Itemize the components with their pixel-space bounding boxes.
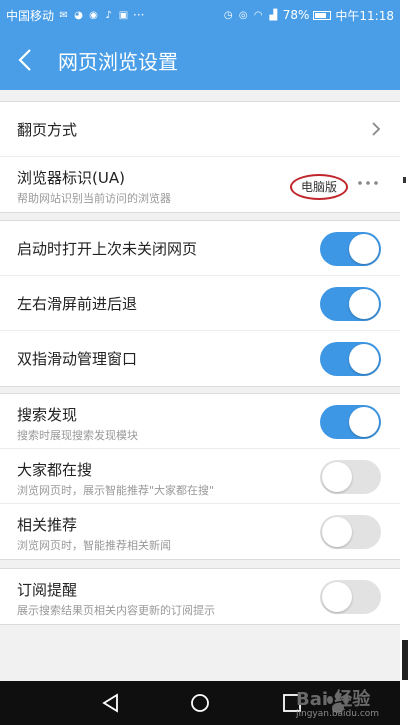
- toggle-knob: [349, 407, 379, 437]
- setting-label: 相关推荐: [17, 516, 78, 534]
- right-edge-strip: [400, 0, 408, 725]
- carrier-label: 中国移动: [6, 8, 55, 23]
- setting-row-swipe-navigation: 左右滑屏前进后退: [0, 276, 400, 331]
- page-title: 网页浏览设置: [58, 49, 178, 74]
- more-dots-icon[interactable]: [356, 178, 380, 188]
- signal-icon: ▟: [269, 9, 278, 21]
- setting-description: 浏览网页时，展示智能推荐"大家都在搜": [17, 484, 215, 497]
- setting-label: 左右滑屏前进后退: [17, 295, 138, 313]
- settings-group-search: 搜索发现 搜索时展现搜索发现模块 大家都在搜 浏览网页时，展示智能推荐"大家都在…: [0, 393, 400, 560]
- ua-value-badge: 电脑版: [290, 174, 348, 200]
- watermark-text: Bai 经验: [296, 689, 371, 710]
- nav-back-icon[interactable]: [97, 689, 125, 717]
- notification-icon: ♪: [105, 9, 112, 21]
- setting-row-search-discovery: 搜索发现 搜索时展现搜索发现模块: [0, 394, 400, 449]
- setting-row-trending-searches: 大家都在搜 浏览网页时，展示智能推荐"大家都在搜": [0, 449, 400, 504]
- clock: 中午11:18: [335, 8, 394, 23]
- related-recommendations-toggle[interactable]: [320, 515, 381, 549]
- setting-label: 搜索发现: [17, 406, 78, 424]
- setting-label: 订阅提醒: [17, 581, 78, 599]
- nav-home-icon[interactable]: [186, 689, 214, 717]
- chevron-right-icon: [372, 122, 381, 136]
- setting-row-restore-pages: 启动时打开上次未关闭网页: [0, 221, 400, 276]
- status-right: ◷ ◎ ◠ ▟ 78% 中午11:18: [223, 7, 394, 24]
- trending-searches-toggle[interactable]: [320, 460, 381, 494]
- wifi-icon: ◠: [253, 9, 263, 21]
- more-notifications-icon: ···: [133, 8, 145, 22]
- message-icon: ✉: [59, 9, 68, 21]
- setting-row-ua[interactable]: 浏览器标识(UA) 帮助网站识别当前访问的浏览器 电脑版: [0, 157, 400, 212]
- toggle-knob: [349, 234, 379, 264]
- status-left: 中国移动 ✉ ◕ ◉ ♪ ▣ ···: [6, 7, 223, 24]
- toggle-knob: [349, 344, 379, 374]
- settings-group-general: 翻页方式 浏览器标识(UA) 帮助网站识别当前访问的浏览器 电脑版: [0, 101, 400, 213]
- setting-row-subscription-reminder: 订阅提醒 展示搜索结果页相关内容更新的订阅提示: [0, 569, 400, 624]
- back-arrow-icon: [18, 49, 31, 71]
- back-button[interactable]: [0, 30, 50, 90]
- battery-percent: 78%: [282, 8, 310, 22]
- setting-label: 双指滑动管理窗口: [17, 350, 138, 368]
- setting-row-page-turn[interactable]: 翻页方式: [0, 102, 400, 157]
- wechat-icon: ◕: [74, 9, 83, 21]
- setting-description: 浏览网页时，智能推荐相关新闻: [17, 539, 171, 552]
- swipe-navigation-toggle[interactable]: [320, 287, 381, 321]
- settings-group-gestures: 启动时打开上次未关闭网页 左右滑屏前进后退 双指滑动管理窗口: [0, 220, 400, 387]
- setting-row-related-recommendations: 相关推荐 浏览网页时，智能推荐相关新闻: [0, 504, 400, 559]
- setting-description: 帮助网站识别当前访问的浏览器: [17, 192, 171, 205]
- app-icon: ◉: [89, 9, 98, 21]
- subscription-reminder-toggle[interactable]: [320, 580, 381, 614]
- alarm-icon: ◷: [223, 9, 233, 21]
- toggle-knob: [349, 289, 379, 319]
- title-bar: 网页浏览设置: [0, 30, 400, 90]
- eye-icon: ◎: [238, 9, 248, 21]
- setting-label: 浏览器标识(UA): [17, 169, 125, 187]
- toggle-knob: [322, 462, 352, 492]
- edge-mark: [403, 177, 406, 183]
- two-finger-windows-toggle[interactable]: [320, 342, 381, 376]
- toggle-knob: [322, 582, 352, 612]
- watermark-url: jingyan.baidu.com: [296, 709, 380, 719]
- setting-label: 大家都在搜: [17, 461, 93, 479]
- chat-icon: ▣: [118, 9, 129, 21]
- settings-group-subscription: 订阅提醒 展示搜索结果页相关内容更新的订阅提示: [0, 568, 400, 625]
- setting-description: 搜索时展现搜索发现模块: [17, 429, 138, 442]
- phone-screen: 中国移动 ✉ ◕ ◉ ♪ ▣ ··· ◷ ◎ ◠ ▟ 78% 中午11:18 网…: [0, 0, 400, 725]
- edge-mark: [402, 640, 408, 680]
- status-bar: 中国移动 ✉ ◕ ◉ ♪ ▣ ··· ◷ ◎ ◠ ▟ 78% 中午11:18: [0, 0, 400, 30]
- battery-icon: [313, 10, 332, 20]
- setting-row-two-finger-windows: 双指滑动管理窗口: [0, 331, 400, 386]
- setting-label: 翻页方式: [17, 121, 78, 139]
- search-discovery-toggle[interactable]: [320, 405, 381, 439]
- setting-label: 启动时打开上次未关闭网页: [17, 240, 198, 258]
- setting-description: 展示搜索结果页相关内容更新的订阅提示: [17, 604, 215, 617]
- restore-pages-toggle[interactable]: [320, 232, 381, 266]
- toggle-knob: [322, 517, 352, 547]
